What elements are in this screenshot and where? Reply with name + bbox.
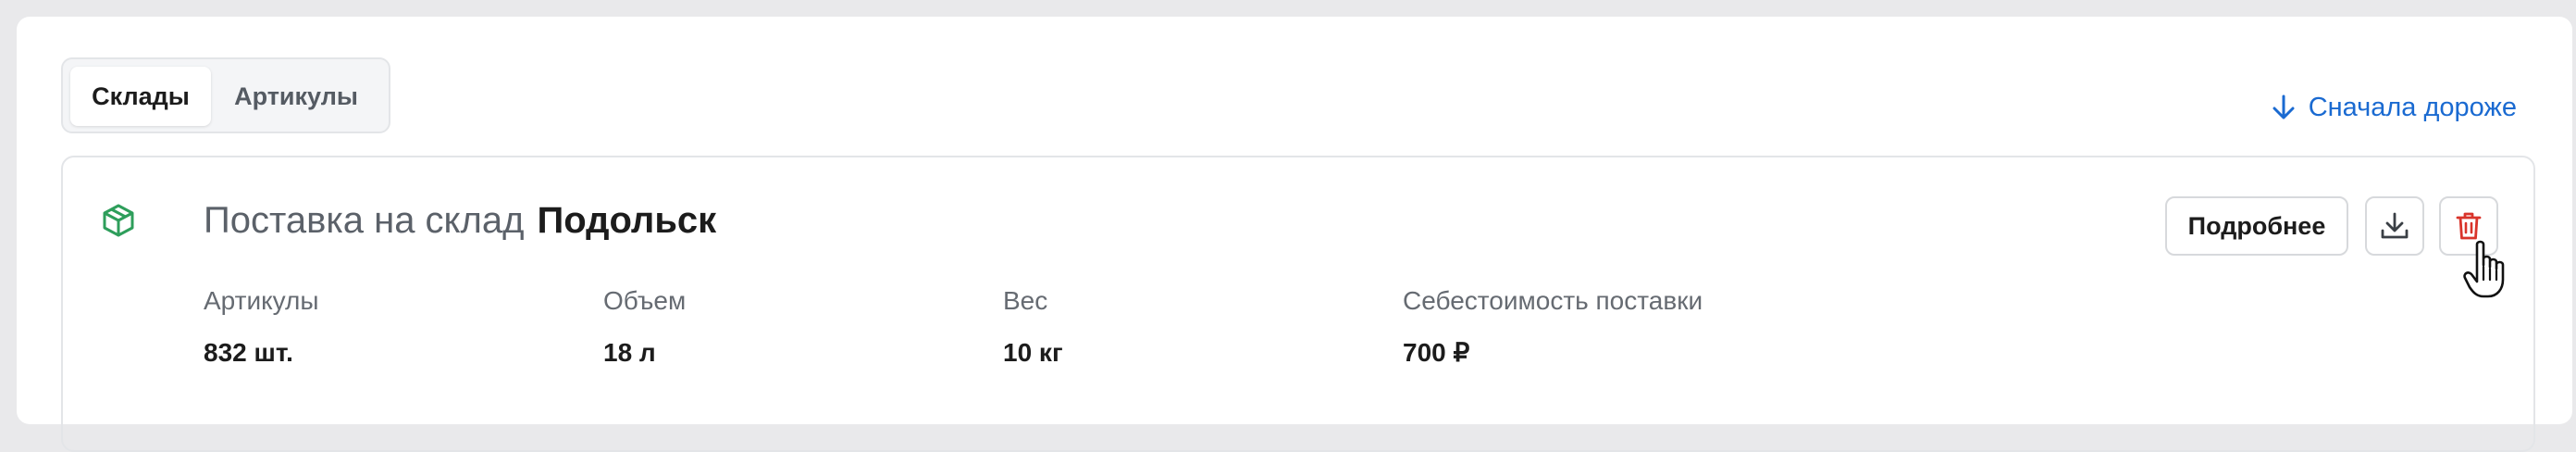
tab-articles[interactable]: Артикулы [222,67,370,126]
trash-icon [2456,212,2482,240]
supply-warehouse-name: Подольск [537,200,717,241]
hand-pointer-cursor-icon [2463,240,2505,298]
package-icon [103,204,134,237]
stat-value: 18 л [603,338,656,367]
stat-value: 832 шт. [204,338,293,367]
page-panel: Склады Артикулы Сначала дороже Поставка … [17,17,2572,452]
supply-title: Поставка на склад Подольск [204,198,716,243]
tab-warehouses[interactable]: Склады [70,67,211,126]
supply-title-prefix: Поставка на склад [204,200,525,241]
stat-label: Артикулы [204,286,319,315]
view-tabs: Склады Артикулы [61,57,390,133]
download-icon [2381,212,2409,239]
stat-volume: Объем 18 л [603,285,686,369]
details-button[interactable]: Подробнее [2165,196,2348,256]
download-button[interactable] [2365,196,2424,256]
stat-label: Вес [1003,286,1048,315]
stat-value: 700 ₽ [1403,338,1470,367]
stat-weight: Вес 10 кг [1003,285,1063,369]
supply-card: Поставка на склад Подольск Артикулы 832 ш… [61,156,2535,452]
stat-value: 10 кг [1003,338,1063,367]
sort-label: Сначала дороже [2308,92,2517,122]
stat-articles: Артикулы 832 шт. [204,285,319,369]
stat-cost: Себестоимость поставки 700 ₽ [1403,285,1703,369]
stat-label: Объем [603,286,687,315]
arrow-down-icon [2273,94,2295,119]
stat-label: Себестоимость поставки [1403,286,1703,315]
sort-toggle[interactable]: Сначала дороже [2272,89,2517,126]
